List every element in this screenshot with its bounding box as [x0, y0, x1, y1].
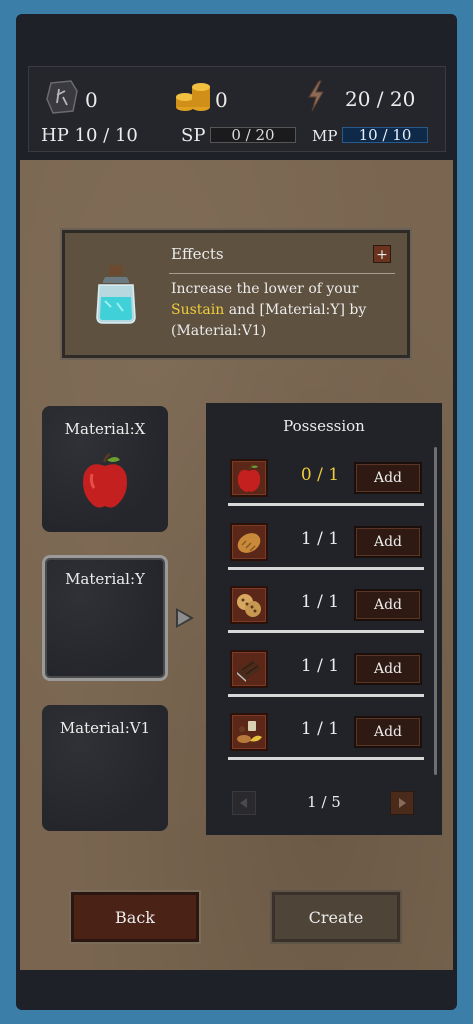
- row-divider: [228, 503, 424, 506]
- food-assortment-icon: [230, 713, 268, 751]
- possession-row: 1 / 1 Add: [228, 650, 424, 700]
- lightning-icon: [305, 79, 327, 118]
- add-button[interactable]: Add: [354, 526, 422, 558]
- gold-count: 0: [215, 87, 228, 112]
- item-count: 1 / 1: [300, 592, 340, 612]
- rune-stone-icon: [45, 79, 79, 120]
- possession-row: 1 / 1 Add: [228, 586, 424, 636]
- material-slot-x[interactable]: Material:X: [42, 406, 168, 532]
- chocolate-icon: [230, 650, 268, 688]
- row-divider: [228, 567, 424, 570]
- sp-label: SP: [181, 125, 206, 146]
- material-y-label: Material:Y: [65, 570, 145, 588]
- add-button[interactable]: Add: [354, 462, 422, 494]
- page-indicator: 1 / 5: [307, 793, 341, 811]
- hp-stat: HP 10 / 10: [41, 125, 138, 146]
- item-count: 1 / 1: [300, 656, 340, 676]
- chevron-left-icon: [240, 798, 247, 808]
- add-button[interactable]: Add: [354, 589, 422, 621]
- rune-stat: 0: [45, 79, 98, 120]
- back-button[interactable]: Back: [69, 890, 201, 944]
- possession-row: 1 / 1 Add: [228, 523, 424, 573]
- rune-count: 0: [85, 87, 98, 112]
- item-count: 0 / 1: [300, 465, 340, 485]
- effects-divider: [169, 273, 395, 274]
- possession-row: 0 / 1 Add: [228, 459, 424, 509]
- material-v1-label: Material:V1: [59, 719, 151, 737]
- gold-stat: 0: [175, 79, 228, 120]
- apple-icon: [80, 452, 130, 514]
- next-page-button[interactable]: [390, 791, 414, 815]
- possession-panel: Possession 0 / 1 Add 1 / 1 Add 1 / 1 Add…: [206, 403, 442, 835]
- hp-label: HP: [41, 125, 69, 146]
- create-button[interactable]: Create: [270, 890, 402, 944]
- effects-description: Increase the lower of your Sustain and […: [171, 279, 399, 342]
- row-divider: [228, 630, 424, 633]
- add-button[interactable]: Add: [354, 716, 422, 748]
- effects-title: Effects: [171, 245, 224, 263]
- mp-bar: 10 / 10: [342, 127, 428, 143]
- bread-icon: [230, 523, 268, 561]
- potion-bottle-icon: [89, 263, 143, 329]
- effects-text-highlight: Sustain: [171, 302, 225, 318]
- selection-arrow-icon: [176, 608, 194, 628]
- cookies-icon: [230, 586, 268, 624]
- apple-icon: [230, 459, 268, 497]
- add-button[interactable]: Add: [354, 653, 422, 685]
- previous-page-button[interactable]: [232, 791, 256, 815]
- item-count: 1 / 1: [300, 529, 340, 549]
- effects-expand-button[interactable]: +: [373, 245, 391, 263]
- hp-value: 10 / 10: [74, 125, 138, 146]
- chevron-right-icon: [399, 798, 406, 808]
- energy-stat: 20 / 20: [305, 79, 415, 118]
- row-divider: [228, 757, 424, 760]
- possession-title: Possession: [283, 417, 365, 435]
- mp-label: MP: [312, 127, 338, 145]
- effects-panel: Effects + Increase the lower of your Sus…: [60, 228, 412, 360]
- possession-scrollbar[interactable]: [434, 447, 437, 775]
- item-count: 1 / 1: [300, 719, 340, 739]
- possession-row: 1 / 1 Add: [228, 713, 424, 763]
- material-slot-y[interactable]: Material:Y: [42, 555, 168, 681]
- material-x-label: Material:X: [64, 420, 146, 438]
- row-divider: [228, 694, 424, 697]
- gold-coins-icon: [175, 79, 211, 120]
- effects-text-before: Increase the lower of your: [171, 281, 359, 297]
- material-slot-v1[interactable]: Material:V1: [42, 705, 168, 831]
- sp-bar: 0 / 20: [210, 127, 296, 143]
- energy-value: 20 / 20: [345, 86, 416, 111]
